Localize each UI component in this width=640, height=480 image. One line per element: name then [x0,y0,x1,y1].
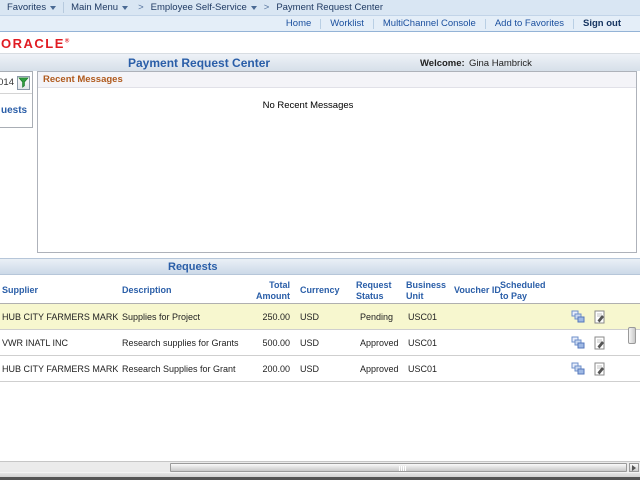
column-header-voucher-id[interactable]: Voucher ID [452,285,498,295]
request-status-cell: Approved [352,364,404,374]
currency-cell: USD [292,338,352,348]
favorites-menu[interactable]: Favorites [0,0,63,15]
title-bar: Payment Request Center Welcome: Gina Ham… [0,54,640,71]
sidebar-date-row: 014 [0,72,32,94]
refresh-filter-button[interactable] [17,76,30,90]
description-cell: Research Supplies for Grant [118,364,250,374]
description-cell: Supplies for Project [118,312,250,322]
no-recent-messages-text: No Recent Messages [168,100,448,111]
request-row: HUB CITY FARMERS MARKET/ Supplies for Pr… [0,304,640,330]
related-documents-icon [571,336,585,350]
related-documents-button[interactable] [570,310,586,324]
related-documents-icon [571,362,585,376]
requests-section-title: Requests [168,261,218,273]
total-amount-cell: 200.00 [250,364,292,374]
supplier-cell: HUB CITY FARMERS MARKET/ [0,312,118,322]
total-amount-cell: 500.00 [250,338,292,348]
breadcrumb-item-employee-self-service[interactable]: Employee Self-Service [147,0,261,15]
business-unit-cell: USC01 [404,312,452,322]
add-to-favorites-link[interactable]: Add to Favorites [486,18,573,29]
currency-cell: USD [292,364,352,374]
chevron-down-icon [50,6,56,10]
requests-grid: Supplier Description Total Amount Curren… [0,278,640,382]
breadcrumb-separator: > [135,2,147,13]
payment-request-center-page: Favorites Main Menu > Employee Self-Serv… [0,0,640,480]
green-funnel-icon [18,77,29,88]
request-status-cell: Pending [352,312,404,322]
main-menu-label: Main Menu [71,2,118,13]
user-name: Gina Hambrick [469,58,532,69]
logo-band: ORACLE® [0,33,640,54]
requests-link-fragment[interactable]: uests [1,105,27,116]
edit-document-icon [593,336,607,350]
currency-cell: USD [292,312,352,322]
welcome-label: Welcome: [420,58,465,69]
page-title: Payment Request Center [128,56,270,70]
edit-request-button[interactable] [586,362,614,376]
favorites-label: Favorites [7,2,46,13]
related-documents-icon [571,310,585,324]
breadcrumb-item-label: Payment Request Center [276,2,383,13]
edit-request-button[interactable] [586,310,614,324]
related-documents-button[interactable] [570,362,586,376]
chevron-down-icon [122,6,128,10]
supplier-cell: VWR INATL INC [0,338,118,348]
business-unit-cell: USC01 [404,338,452,348]
request-row: VWR INATL INC Research supplies for Gran… [0,330,640,356]
header-links-bar: Home Worklist MultiChannel Console Add t… [0,16,640,32]
edit-document-icon [593,362,607,376]
breadcrumb-separator: > [261,2,273,13]
scrollbar-grip-icon [399,466,406,471]
worklist-link[interactable]: Worklist [321,18,373,29]
oracle-logo: ORACLE® [1,36,71,51]
breadcrumb-item-payment-request-center[interactable]: Payment Request Center [272,0,387,15]
column-header-business-unit[interactable]: Business Unit [404,280,452,301]
column-header-scheduled-to-pay[interactable]: Scheduled to Pay [498,280,552,301]
recent-messages-title: Recent Messages [43,74,123,85]
column-header-supplier[interactable]: Supplier [0,285,118,295]
sign-out-link[interactable]: Sign out [574,18,630,29]
column-header-currency[interactable]: Currency [292,285,352,295]
breadcrumb: Favorites Main Menu > Employee Self-Serv… [0,0,640,16]
request-status-cell: Approved [352,338,404,348]
business-unit-cell: USC01 [404,364,452,374]
supplier-cell: HUB CITY FARMERS MARKET/ [0,364,118,374]
description-cell: Research supplies for Grants [118,338,250,348]
sidebar-panel: 014 uests [0,71,33,128]
home-link[interactable]: Home [277,18,320,29]
sidebar-requests-row: uests [0,94,32,126]
breadcrumb-item-label: Employee Self-Service [151,2,247,13]
request-row: HUB CITY FARMERS MARKET/ Research Suppli… [0,356,640,382]
column-header-description[interactable]: Description [118,285,250,295]
date-fragment: 014 [0,77,14,88]
content-area: 014 uests Recent Messages No Recent Mess… [0,71,640,254]
grid-header-row: Supplier Description Total Amount Curren… [0,278,640,304]
edit-document-icon [593,310,607,324]
column-header-request-status[interactable]: Request Status [352,280,404,301]
recent-messages-header: Recent Messages [38,72,636,88]
horizontal-scrollbar[interactable] [0,461,640,472]
chevron-down-icon [251,6,257,10]
vertical-scrollbar-thumb[interactable] [628,327,636,344]
related-documents-button[interactable] [570,336,586,350]
main-menu[interactable]: Main Menu [64,0,135,15]
recent-messages-panel: Recent Messages No Recent Messages [37,71,637,253]
arrow-right-icon [632,465,636,471]
edit-request-button[interactable] [586,336,614,350]
horizontal-scrollbar-thumb[interactable] [170,463,627,472]
scroll-right-button[interactable] [629,463,639,472]
requests-section-bar: Requests [0,258,640,275]
multichannel-console-link[interactable]: MultiChannel Console [374,18,485,29]
total-amount-cell: 250.00 [250,312,292,322]
column-header-total-amount[interactable]: Total Amount [250,280,292,301]
